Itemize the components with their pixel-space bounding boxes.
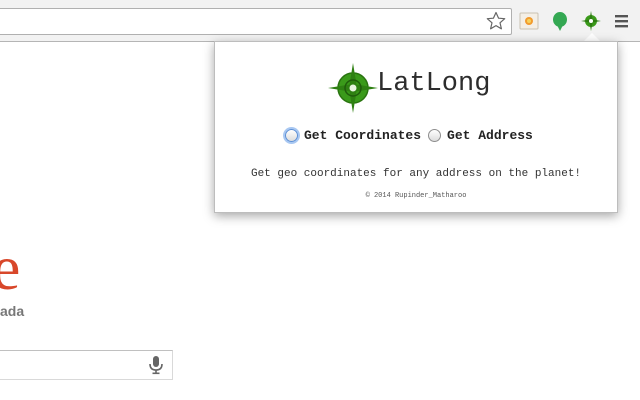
photo-extension-icon[interactable]: [518, 10, 540, 32]
get-address-radio[interactable]: [428, 128, 442, 142]
address-bar[interactable]: [0, 8, 512, 35]
tagline: Get geo coordinates for any address on t…: [250, 168, 582, 180]
get-coordinates-option[interactable]: Get Coordinates: [285, 128, 421, 143]
green-pin-extension-icon[interactable]: [549, 10, 571, 32]
microphone-icon[interactable]: [147, 355, 165, 375]
copyright-text: © 2014 Rupinder_Matharoo: [365, 192, 467, 200]
compass-logo-icon: [328, 63, 378, 113]
latlong-popup: LatLong Get Coordinates Get Address Get …: [214, 41, 618, 213]
get-address-label[interactable]: Get Address: [447, 128, 533, 143]
browser-toolbar: [0, 0, 640, 42]
get-address-option[interactable]: Get Address: [428, 128, 533, 143]
get-coordinates-label[interactable]: Get Coordinates: [304, 128, 421, 143]
latlong-extension-icon[interactable]: [580, 10, 602, 32]
page-logo-subtext: ada: [0, 303, 25, 319]
page-logo-fragment: e: [0, 232, 21, 303]
star-outline-icon[interactable]: [486, 11, 506, 31]
mode-radio-group: Get Coordinates Get Address: [285, 125, 540, 145]
get-coordinates-radio[interactable]: [285, 128, 298, 142]
hamburger-menu-icon[interactable]: [613, 11, 631, 31]
app-title: LatLong: [377, 69, 491, 99]
